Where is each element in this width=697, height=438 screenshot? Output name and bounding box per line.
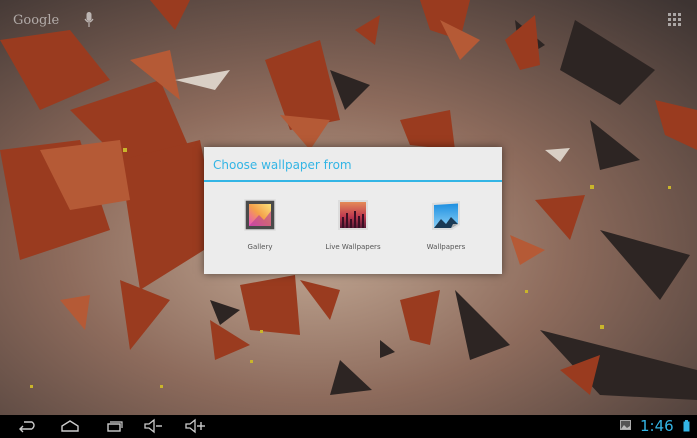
wallpapers-icon	[432, 201, 460, 230]
title-divider	[204, 180, 502, 182]
option-gallery[interactable]: Gallery	[214, 197, 306, 257]
home-icon[interactable]	[58, 418, 82, 434]
option-label: Live Wallpapers	[325, 243, 381, 251]
recent-apps-icon[interactable]	[102, 418, 126, 434]
battery-icon	[683, 420, 690, 432]
screenshot-notification-icon[interactable]	[620, 420, 631, 430]
choose-wallpaper-dialog: Choose wallpaper from Gallery Live Wallp…	[204, 147, 502, 274]
dialog-title: Choose wallpaper from	[213, 158, 352, 172]
back-icon[interactable]	[14, 418, 38, 434]
system-navigation-bar: 1:46	[0, 415, 697, 438]
apps-grid-icon[interactable]	[668, 13, 681, 26]
option-live-wallpapers[interactable]: Live Wallpapers	[307, 197, 399, 257]
home-top-bar: Google	[0, 0, 697, 36]
option-label: Gallery	[247, 243, 273, 251]
gallery-icon	[244, 199, 276, 231]
google-search-logo[interactable]: Google	[13, 13, 59, 28]
option-label: Wallpapers	[426, 243, 466, 251]
mic-icon[interactable]	[84, 12, 94, 28]
volume-down-icon[interactable]	[141, 418, 165, 434]
clock[interactable]: 1:46	[640, 417, 674, 435]
live-wallpapers-icon	[338, 200, 368, 230]
option-wallpapers[interactable]: Wallpapers	[400, 197, 492, 257]
volume-up-icon[interactable]	[184, 418, 208, 434]
